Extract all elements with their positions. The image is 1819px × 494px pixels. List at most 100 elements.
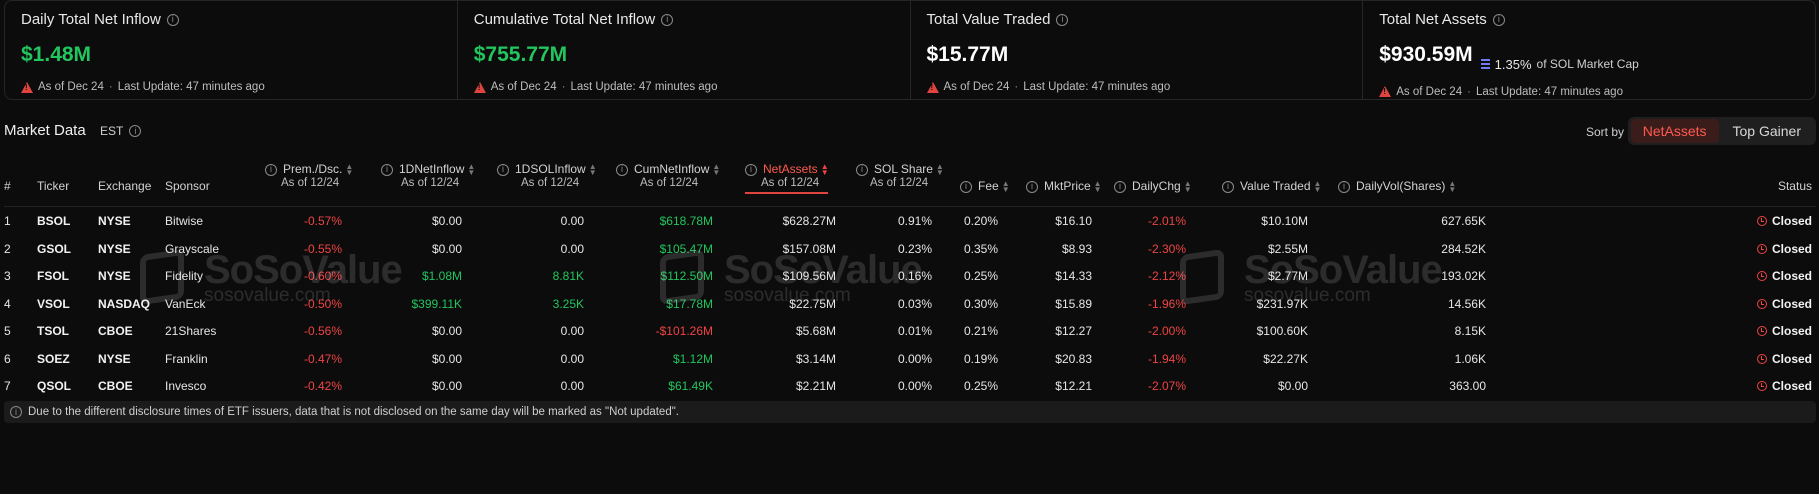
- col-sponsor[interactable]: Sponsor: [165, 179, 210, 193]
- card-cumulative-total-net-inflow: Cumulative Total Net Inflow i $755.77M A…: [456, 1, 910, 99]
- row-mkt-price: $12.21: [1055, 379, 1092, 393]
- row-index: 3: [4, 269, 11, 283]
- table-row[interactable]: 6 SOEZ NYSE Franklin -0.47% $0.00 0.00 $1.12M $3…: [4, 345, 1816, 373]
- table-row[interactable]: 7 QSOL CBOE Invesco -0.42% $0.00 0.00 $61.49K $2…: [4, 372, 1816, 400]
- info-icon[interactable]: i: [661, 13, 674, 26]
- summary-cards: Daily Total Net Inflow i $1.48M As of De…: [4, 0, 1816, 100]
- card-value: $1.48M: [21, 43, 92, 66]
- sort-by-label: Sort by: [1585, 125, 1624, 139]
- info-icon[interactable]: i: [1026, 180, 1038, 193]
- row-1d-net-inflow: $0.00: [431, 241, 462, 256]
- sort-netassets-button[interactable]: NetAssets: [1630, 119, 1719, 143]
- card-title: Total Net Assets: [1379, 11, 1487, 28]
- col-value-traded[interactable]: i Value Traded ▲ ▼: [1222, 179, 1321, 193]
- row-sol-share: 0.00%: [897, 379, 932, 393]
- col-daily-chg[interactable]: i DailyChg ▲ ▼: [1114, 179, 1192, 193]
- col-mkt-price[interactable]: i MktPrice ▲ ▼: [1026, 179, 1102, 193]
- info-icon[interactable]: i: [1114, 180, 1126, 193]
- row-ticker[interactable]: TSOL: [37, 324, 69, 338]
- clock-icon: [1756, 326, 1767, 336]
- row-fee: 0.19%: [963, 351, 998, 366]
- row-exchange: NYSE: [98, 241, 131, 256]
- row-ticker[interactable]: GSOL: [37, 242, 71, 256]
- row-1d-net-inflow: $0.00: [431, 351, 462, 366]
- col-daily-vol[interactable]: i DailyVol(Shares) ▲ ▼: [1338, 179, 1456, 193]
- market-data-header: Market Data EST i Sort by NetAssets Top …: [4, 115, 1816, 145]
- table-row[interactable]: 4 VSOL NASDAQ VanEck -0.50% $399.11K 3.25K $17.…: [4, 290, 1816, 318]
- sort-top-gainer-button[interactable]: Top Gainer: [1721, 119, 1813, 143]
- separator-dot: ·: [1014, 81, 1019, 93]
- status-label: Closed: [1771, 241, 1812, 256]
- row-daily-vol: 193.02K: [1441, 269, 1486, 283]
- row-ticker[interactable]: QSOL: [37, 379, 71, 393]
- warning-icon: [1379, 86, 1392, 97]
- info-icon[interactable]: i: [1492, 13, 1505, 26]
- market-data-title: Market Data: [4, 122, 86, 139]
- col-as-of: As of 12/24: [870, 177, 929, 189]
- row-ticker[interactable]: SOEZ: [37, 352, 70, 366]
- row-prem-dsc: -0.60%: [303, 269, 342, 283]
- info-icon[interactable]: i: [265, 163, 277, 176]
- row-ticker[interactable]: BSOL: [37, 214, 70, 228]
- col-status: Status: [1777, 179, 1812, 193]
- separator-dot: ·: [108, 81, 113, 93]
- col-cum-net-inflow[interactable]: i CumNetInflow ▲ ▼ As of 12/24: [616, 162, 720, 190]
- info-icon[interactable]: i: [1222, 180, 1234, 193]
- status-label: Closed: [1771, 324, 1812, 338]
- row-net-assets: $5.68M: [795, 324, 836, 338]
- table-row[interactable]: 3 FSOL NYSE Fidelity -0.60% $1.08M 8.81K $112.5…: [4, 262, 1816, 290]
- row-index: 5: [4, 324, 11, 338]
- info-icon[interactable]: i: [497, 163, 509, 176]
- table-body: 1 BSOL NYSE Bitwise -0.57% $0.00 0.00 $618.78M $…: [4, 207, 1816, 427]
- info-icon[interactable]: i: [1338, 180, 1350, 193]
- info-icon[interactable]: i: [616, 163, 628, 176]
- row-cum-net-inflow: $61.49K: [668, 379, 713, 393]
- col-exchange[interactable]: Exchange: [98, 179, 151, 193]
- table-row[interactable]: 2 GSOL NYSE Grayscale -0.55% $0.00 0.00 $105.47…: [4, 235, 1816, 263]
- card-title: Daily Total Net Inflow: [21, 11, 161, 28]
- info-icon[interactable]: i: [166, 13, 179, 26]
- row-ticker[interactable]: VSOL: [37, 297, 70, 311]
- row-ticker[interactable]: FSOL: [37, 269, 69, 283]
- row-prem-dsc: -0.47%: [303, 351, 342, 366]
- row-exchange: CBOE: [98, 379, 133, 393]
- row-daily-chg: -2.07%: [1147, 379, 1186, 393]
- col-ticker[interactable]: Ticker: [37, 179, 69, 193]
- info-icon: i: [10, 406, 22, 418]
- col-1d-net-inflow[interactable]: i 1DNetInflow ▲ ▼ As of 12/24: [381, 162, 475, 190]
- col-index: #: [4, 179, 11, 193]
- info-icon[interactable]: i: [381, 163, 393, 176]
- row-sol-share: 0.01%: [897, 324, 932, 338]
- row-fee: 0.30%: [963, 296, 998, 311]
- row-exchange: NYSE: [98, 214, 131, 228]
- row-1d-net-inflow: $0.00: [431, 324, 462, 338]
- info-icon[interactable]: i: [856, 163, 868, 176]
- table-row[interactable]: 5 TSOL CBOE 21Shares -0.56% $0.00 0.00 -$101.26…: [4, 317, 1816, 345]
- info-icon[interactable]: i: [129, 125, 142, 137]
- card-value: $930.59M: [1379, 43, 1473, 66]
- col-prem-dsc[interactable]: i Prem./Dsc. ▲ ▼ As of 12/24: [265, 162, 353, 190]
- row-sol-share: 0.03%: [897, 296, 932, 311]
- card-title: Cumulative Total Net Inflow: [473, 11, 656, 28]
- info-icon[interactable]: i: [745, 163, 757, 176]
- col-net-assets[interactable]: i NetAssets ▲ ▼ As of 12/24: [745, 162, 829, 194]
- row-1d-sol-inflow: 0.00: [560, 324, 584, 338]
- row-fee: 0.25%: [963, 379, 998, 393]
- info-icon[interactable]: i: [1056, 13, 1069, 26]
- disclosure-note: i Due to the different disclosure times …: [4, 401, 1816, 423]
- solana-icon: [1480, 59, 1490, 69]
- info-icon[interactable]: i: [960, 180, 972, 193]
- card-total-value-traded: Total Value Traded i $15.77M As of Dec 2…: [909, 1, 1363, 99]
- row-1d-net-inflow: $0.00: [431, 214, 462, 228]
- col-sol-share[interactable]: i SOL Share ▲ ▼ As of 12/24: [856, 162, 944, 190]
- row-prem-dsc: -0.50%: [303, 296, 342, 311]
- table-row[interactable]: 1 BSOL NYSE Bitwise -0.57% $0.00 0.00 $618.78M $…: [4, 207, 1816, 235]
- row-prem-dsc: -0.56%: [303, 324, 342, 338]
- col-fee[interactable]: i Fee ▲ ▼: [960, 179, 1010, 193]
- as-of-date: As of Dec 24: [490, 81, 557, 93]
- market-cap-percent: 1.35%: [1494, 56, 1532, 72]
- timezone: EST i: [100, 124, 142, 138]
- col-1d-sol-inflow[interactable]: i 1DSOLInflow ▲ ▼ As of 12/24: [497, 162, 597, 190]
- row-index: 7: [4, 379, 11, 393]
- col-as-of: As of 12/24: [281, 177, 340, 189]
